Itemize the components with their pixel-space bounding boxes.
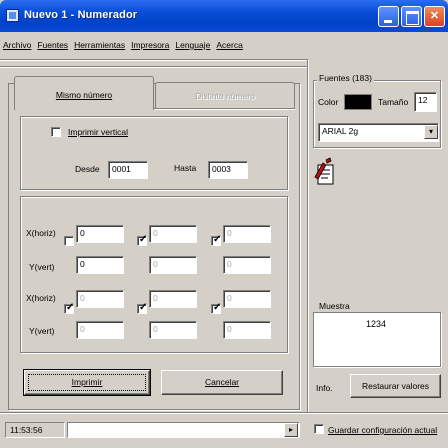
window-title: Nuevo 1 - Numerador [24,9,138,21]
from-input[interactable]: 0001 [108,161,148,179]
from-label: Desde [75,164,100,174]
tab-same-number-label: Mismo número [55,90,113,100]
x-input-2[interactable]: 0 [149,225,197,243]
position-checkbox-4[interactable] [64,302,74,314]
cancel-button[interactable]: Cancelar [161,370,283,395]
y-input-2[interactable]: 0 [149,256,197,274]
restore-defaults-label: Restaurar valores [361,381,430,391]
y-label-row2: Y(vert) [29,326,55,336]
vertical-print-label: Imprimir vertical [68,127,128,137]
restore-defaults-button[interactable]: Restaurar valores [350,374,441,398]
y-input-3[interactable]: 0 [223,256,271,274]
menu-impresora[interactable]: Impresora [131,40,169,56]
status-scrollbar[interactable] [67,422,300,438]
close-button[interactable]: ✕ [424,6,445,27]
position-checkbox-3[interactable] [211,234,221,246]
menu-acerca[interactable]: Acerca [216,40,242,56]
menu-separator [0,59,308,61]
size-label: Tamaño [378,97,409,107]
toolbar-separator [0,66,308,68]
y-input-4[interactable]: 0 [76,321,124,339]
position-checkbox-6[interactable] [211,302,221,314]
menu-archivo[interactable]: Archivo [3,40,31,56]
y-input-6[interactable]: 0 [223,321,271,339]
save-config-checkbox[interactable] [314,424,324,434]
menu-bar: Archivo Fuentes Herramientas Impresora L… [3,40,243,56]
menu-herramientas[interactable]: Herramientas [74,40,125,56]
font-edit-icon[interactable] [314,157,338,187]
y-label-row1: Y(vert) [29,262,55,272]
sample-group-label: Muestra [318,301,351,311]
color-label: Color [318,97,339,107]
minimize-button[interactable] [378,6,399,27]
x-input-5[interactable]: 0 [149,290,197,308]
x-input-6[interactable]: 0 [223,290,271,308]
status-scroll-button[interactable]: ▸ [284,423,298,437]
position-checkbox-2[interactable] [137,234,147,246]
app-icon [6,9,19,22]
maximize-button[interactable] [401,6,422,27]
x-input-3[interactable]: 0 [223,225,271,243]
menu-fuentes[interactable]: Fuentes [37,40,68,56]
x-label-row1: X(horiz) [26,228,56,238]
status-time: 11:53:56 [5,422,65,438]
size-input[interactable]: 12 [414,92,437,112]
menu-lenguaje[interactable]: Lenguaje [175,40,210,56]
panel-divider [307,60,309,412]
x-label-row2: X(horiz) [26,293,56,303]
tab-different-number-label: Distinto número [195,91,255,101]
x-input-4[interactable]: 0 [76,290,124,308]
font-dropdown-button[interactable]: ▾ [424,125,438,139]
print-button-label: Imprimir [71,377,103,387]
y-input-5[interactable]: 0 [149,321,197,339]
tab-strip-line [154,108,295,110]
tab-different-number[interactable]: Distinto número [155,82,295,108]
x-input-1[interactable]: 0 [76,225,124,243]
y-input-1[interactable]: 0 [76,256,124,274]
font-select-value: ARIAL 2g [322,126,359,136]
to-input[interactable]: 0003 [208,161,248,179]
info-label[interactable]: Info. [316,383,333,393]
tab-same-number[interactable]: Mismo número [14,76,154,110]
font-select[interactable]: ARIAL 2g [318,123,439,142]
position-checkbox-5[interactable] [137,302,147,314]
status-separator [0,412,448,414]
vertical-print-checkbox[interactable] [51,127,61,137]
save-config-label: Guardar configuración actual [328,425,438,435]
fonts-group-label: Fuentes (183) [317,73,374,83]
sample-text: 1234 [366,319,387,329]
cancel-button-label: Cancelar [204,377,240,387]
position-checkbox-1[interactable] [64,236,74,246]
color-swatch[interactable] [344,94,372,110]
to-label: Hasta [174,163,197,173]
title-bar[interactable]: Nuevo 1 - Numerador ✕ [0,0,448,32]
print-button[interactable]: Imprimir [23,369,151,396]
